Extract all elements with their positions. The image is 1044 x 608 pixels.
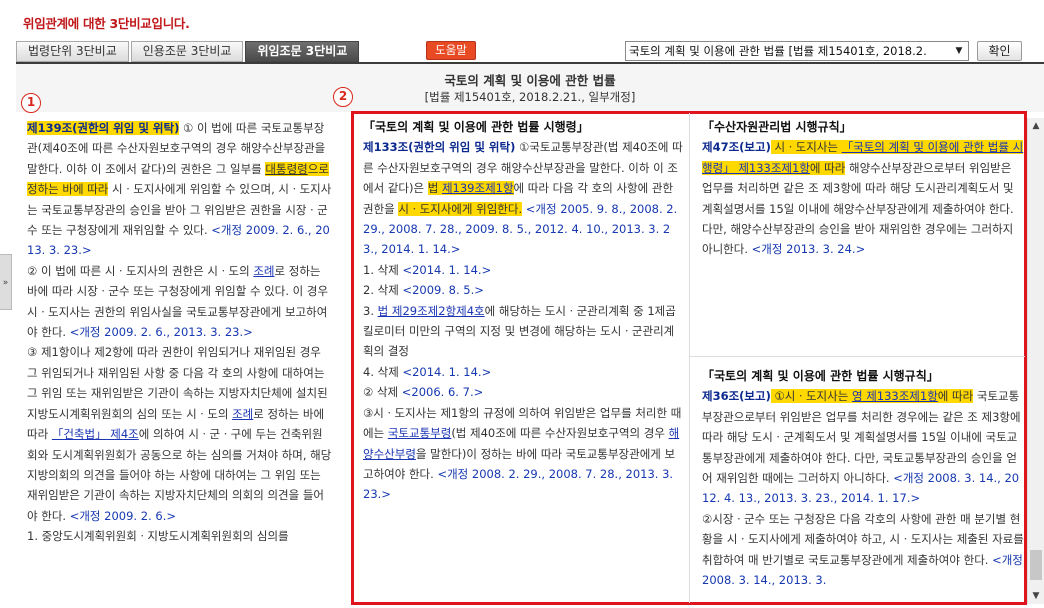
decree-item-2: 2. 삭제 <2009. 8. 5.> (363, 283, 484, 298)
tab-law-unit[interactable]: 법령단위 3단비교 (16, 41, 129, 62)
compare-tabs: 법령단위 3단비교 인용조문 3단비교 위임조문 3단비교 (16, 41, 361, 62)
link-article-133-1[interactable]: 제133조제1항 (863, 389, 938, 403)
enforcement-rule-heading: 「국토의 계획 및 이용에 관한 법률 시행규칙」 (702, 369, 939, 383)
marker-1: 1 (21, 93, 41, 113)
link-ordinance[interactable]: 조례 (232, 407, 253, 421)
decree-item-1: 1. 삭제 <2014. 1. 14.> (363, 262, 492, 277)
link-moltm-ordinance[interactable]: 국토교통부령 (388, 426, 451, 440)
fisheries-rule-heading: 「수산자원관리법 시행규칙」 (702, 120, 852, 134)
marker-2: 2 (333, 87, 353, 107)
link-article-139-1[interactable]: 제139조제1항 (442, 181, 514, 195)
enforcement-rule-paragraph-2: ②시장ㆍ군수 또는 구청장은 다음 각호의 사항에 관한 매 분기별 현황을 시… (702, 511, 1024, 588)
decree-paragraph-3: ③시ㆍ도지사는 제1항의 규정에 의하여 위임받은 업무를 처리한 때에는 국토… (363, 405, 682, 502)
law-subtitle: [법률 제15401호, 2018.2.21., 일부개정] (424, 90, 636, 104)
law-article-column: 제139조(권한의 위임 및 위탁) ① 이 법에 따른 국토교통부장관(제40… (27, 118, 332, 547)
delegation-highlight: 시ㆍ도지사에게 위임한다. (398, 201, 523, 216)
decree-paragraph-2: ② 삭제 <2006. 6. 7.> (363, 385, 484, 400)
help-button[interactable]: 도움말 (426, 41, 476, 60)
chevron-down-icon: ▼ (955, 46, 963, 56)
decree-heading: 「국토의 계획 및 이용에 관한 법률 시행령」 (363, 120, 589, 134)
article-paragraph-1: 제139조(권한의 위임 및 위탁) ① 이 법에 따른 국토교통부장관(제40… (27, 121, 332, 258)
enforcement-rule-column: 「국토의 계획 및 이용에 관한 법률 시행규칙」 제36조(보고) ①시ㆍ도지… (702, 366, 1024, 590)
article-item-1: 1. 중앙도시계획위원회ㆍ지방도시계획위원회의 심의를 (27, 529, 289, 544)
link-ordinance[interactable]: 조례 (253, 264, 274, 278)
revision-note: <개정 2009. 2. 6., 2013. 3. 23.> (66, 325, 253, 340)
fisheries-rule-column: 「수산자원관리법 시행규칙」 제47조(보고) 시ㆍ도지사는 「국토의 계획 및… (702, 117, 1024, 260)
law-select[interactable]: 국토의 계획 및 이용에 관한 법률 [법률 제15401호, 2018.2. … (625, 41, 969, 61)
decree-item-4: 4. 삭제 <2014. 1. 14.> (363, 364, 492, 379)
link-article-4[interactable]: 제4조 (107, 427, 139, 441)
enforcement-decree-column: 「국토의 계획 및 이용에 관한 법률 시행령」 제133조(권한의 위임 및 … (363, 117, 683, 505)
enforcement-rule-title: 제36조(보고) (702, 389, 771, 404)
scroll-up-icon[interactable]: ▲ (1028, 118, 1044, 134)
link-article-133-1[interactable]: 제133조제1항 (735, 161, 810, 175)
tab-cited-article[interactable]: 인용조문 3단비교 (130, 41, 244, 62)
decree-item-3: 3. 법 제29조제2항제4호에 해당하는 도시ㆍ군관리계획 중 1제곱킬로미터… (363, 303, 676, 359)
column-divider (689, 113, 690, 603)
article-paragraph-3: ③ 제1항이나 제2항에 따라 권한이 위임되거나 재위임된 경우 그 위임되거… (27, 345, 332, 523)
article-title: 제139조(권한의 위임 및 위탁) (27, 121, 180, 135)
law-title: 국토의 계획 및 이용에 관한 법률 (444, 73, 616, 88)
notice-text: 위임관계에 대한 3단비교입니다. (23, 16, 190, 31)
enforcement-rule-paragraph-1: 제36조(보고) ①시ㆍ도지사는 영 제133조제1항에 따라 국토교통부장관으… (702, 389, 1021, 506)
revision-note: <개정 2013. 3. 24.> (747, 242, 866, 257)
decree-article-title: 제133조(권한의 위임 및 위탁) (363, 140, 516, 155)
revision-note: <개정 2009. 2. 6.> (66, 508, 176, 523)
link-decree[interactable]: 영 (852, 389, 863, 403)
content-scrollbar[interactable]: ▲ ▼ (1027, 118, 1044, 604)
law-select-value: 국토의 계획 및 이용에 관한 법률 [법률 제15401호, 2018.2. (629, 44, 927, 58)
row-divider (690, 356, 1025, 357)
scrollbar-thumb[interactable] (1030, 550, 1042, 580)
fisheries-rule-title: 제47조(보고) (702, 140, 771, 155)
scroll-down-icon[interactable]: ▼ (1028, 588, 1044, 604)
article-paragraph-2: ② 이 법에 따른 시ㆍ도지사의 권한은 시ㆍ도의 조례로 정하는 바에 따라 … (27, 263, 329, 340)
fisheries-rule-paragraph: 제47조(보고) 시ㆍ도지사는 「국토의 계획 및 이용에 관한 법률 시행령」… (702, 140, 1024, 257)
tab-delegated-article[interactable]: 위임조문 3단비교 (245, 41, 360, 62)
link-building-act[interactable]: 「건축법」 (52, 427, 107, 441)
link-article-29-2-4[interactable]: 법 제29조제2항제4호 (378, 304, 485, 318)
collapse-sidebar-icon[interactable]: » (0, 254, 12, 310)
decree-paragraph-1: 제133조(권한의 위임 및 위탁) ①국토교통부장관(법 제40조에 따른 수… (363, 140, 683, 257)
confirm-button[interactable]: 확인 (977, 41, 1022, 61)
link-presidential-decree[interactable]: 대통령령 (265, 162, 307, 176)
